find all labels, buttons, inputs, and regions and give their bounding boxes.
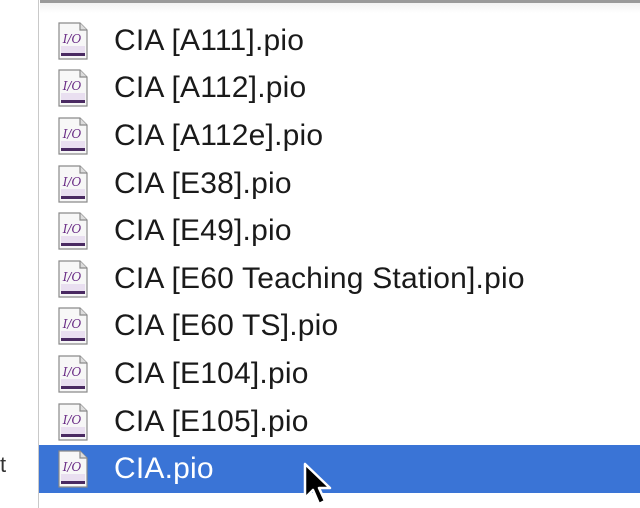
svg-text:I/O: I/O xyxy=(62,127,82,141)
file-list: I/O CIA [A111].pio I/O CIA [A112].pio I/O CIA… xyxy=(39,17,640,493)
svg-text:I/O: I/O xyxy=(62,413,82,427)
svg-text:I/O: I/O xyxy=(62,317,82,331)
file-row[interactable]: I/O CIA [E60 TS].pio xyxy=(39,303,640,351)
file-row[interactable]: I/O CIA [E104].pio xyxy=(39,350,640,398)
pio-document-icon: I/O xyxy=(57,164,89,203)
file-browser-window: t I/O CIA [A111].pio I/O CIA [A112].pio I/O C… xyxy=(0,0,640,508)
file-name: CIA [E38].pio xyxy=(114,166,292,200)
file-name: CIA [A111].pio xyxy=(114,23,305,57)
pio-document-icon: I/O xyxy=(57,355,89,393)
file-name: CIA.pio xyxy=(114,452,214,486)
file-name: CIA [E105].pio xyxy=(114,404,309,438)
svg-text:I/O: I/O xyxy=(62,460,82,474)
pio-document-icon: I/O xyxy=(57,450,89,488)
file-row[interactable]: I/O CIA [E105].pio xyxy=(39,398,640,446)
pio-document-icon: I/O xyxy=(57,69,89,107)
svg-text:I/O: I/O xyxy=(62,32,82,46)
svg-text:I/O: I/O xyxy=(62,270,82,284)
file-name: CIA [E104].pio xyxy=(114,356,309,390)
file-name: CIA [A112e].pio xyxy=(114,118,324,152)
file-row[interactable]: I/O CIA [A112e].pio xyxy=(39,112,640,160)
file-name: CIA [A112].pio xyxy=(114,71,307,105)
pio-document-icon: I/O xyxy=(57,260,89,298)
pio-document-icon: I/O xyxy=(57,212,89,250)
svg-text:I/O: I/O xyxy=(62,365,82,379)
svg-text:I/O: I/O xyxy=(62,79,82,93)
pio-document-icon: I/O xyxy=(57,307,89,345)
file-row[interactable]: I/O CIA [E38].pio xyxy=(39,160,640,208)
list-top-border xyxy=(40,0,640,13)
file-row[interactable]: I/O CIA [A111].pio xyxy=(39,17,640,65)
mouse-pointer-icon xyxy=(303,462,332,506)
file-row[interactable]: I/O CIA [E60 Teaching Station].pio xyxy=(39,255,640,303)
file-row[interactable]: I/O CIA [E49].pio xyxy=(39,207,640,255)
file-name: CIA [E60 TS].pio xyxy=(114,309,339,343)
svg-text:I/O: I/O xyxy=(62,175,82,189)
svg-text:I/O: I/O xyxy=(62,222,82,236)
pio-document-icon: I/O xyxy=(57,402,89,441)
pio-document-icon: I/O xyxy=(57,117,89,155)
file-name: CIA [E49].pio xyxy=(114,214,292,248)
file-row[interactable]: I/O CIA.pio xyxy=(39,445,640,493)
pio-document-icon: I/O xyxy=(57,22,89,60)
file-name: CIA [E60 Teaching Station].pio xyxy=(114,261,525,295)
file-row[interactable]: I/O CIA [A112].pio xyxy=(39,65,640,113)
truncated-label: t xyxy=(0,452,7,477)
